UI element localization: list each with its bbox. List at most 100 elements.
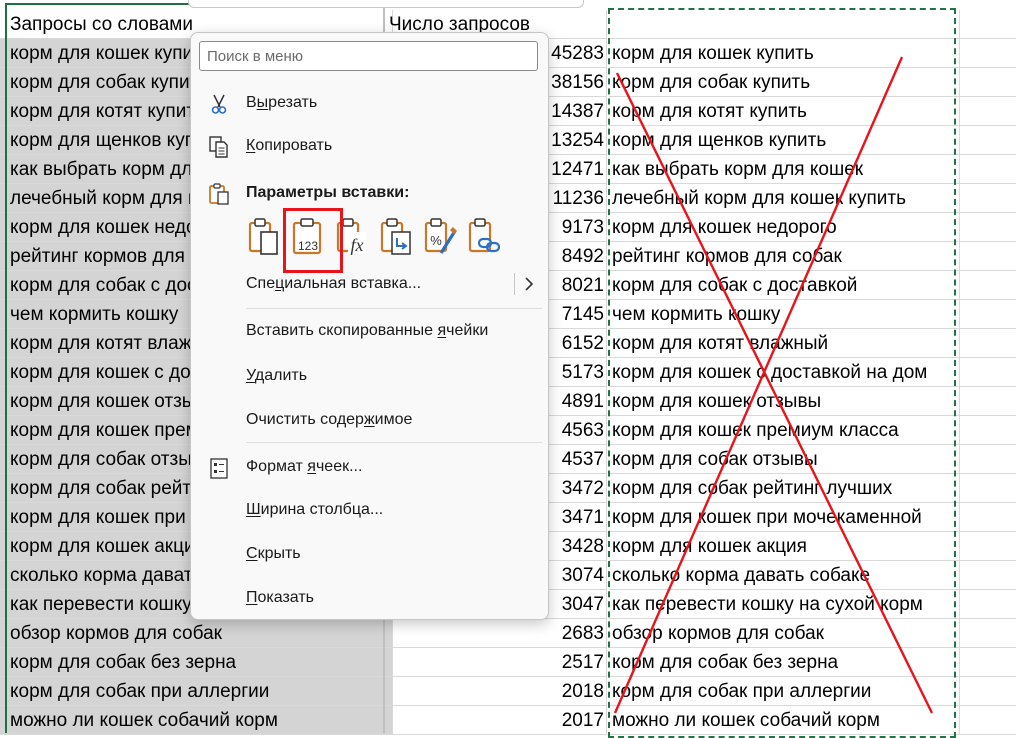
cell-empty[interactable] [959, 445, 1016, 474]
cell-pasted[interactable]: чем кормить кошку [609, 300, 960, 329]
cell-empty[interactable] [959, 126, 1016, 155]
cell-empty[interactable] [959, 97, 1016, 126]
header-cell-d[interactable] [959, 10, 1016, 39]
chevron-right-icon[interactable] [521, 270, 537, 298]
selection-border [5, 5, 7, 733]
cell-count[interactable]: 2018 [385, 677, 607, 706]
cell-empty[interactable] [959, 242, 1016, 271]
cell-empty[interactable] [959, 271, 1016, 300]
menu-item-label: Специальная вставка... [246, 275, 422, 292]
cell-empty[interactable] [959, 416, 1016, 445]
paste-transpose-button[interactable] [379, 217, 415, 257]
cell-pasted[interactable]: корм для кошек купить [609, 39, 960, 68]
cell-pasted[interactable]: корм для кошек премиум класса [609, 416, 960, 445]
cell-pasted-text: корм для собак при аллергии [612, 681, 872, 702]
menu-item-label: Формат ячеек... [246, 458, 363, 475]
cell-empty[interactable] [959, 648, 1016, 677]
menu-item-delete[interactable]: Удалить [191, 358, 548, 394]
menu-item-insert-copied[interactable]: Вставить скопированные ячейки [191, 313, 548, 349]
cell-pasted-text: можно ли кошек собачий корм [612, 710, 880, 731]
cell-pasted[interactable]: корм для щенков купить [609, 126, 960, 155]
cell-count[interactable]: 2683 [385, 619, 607, 648]
cell-empty[interactable] [959, 155, 1016, 184]
cell-empty[interactable] [959, 474, 1016, 503]
cell-empty[interactable] [959, 358, 1016, 387]
cell-pasted[interactable]: корм для собак без зерна [609, 648, 960, 677]
cell-query[interactable]: обзор кормов для собак [0, 619, 393, 648]
cell-pasted[interactable]: корм для собак отзывы [609, 445, 960, 474]
cell-pasted[interactable]: корм для кошек акция [609, 532, 960, 561]
cell-pasted[interactable]: корм для кошек недорого [609, 213, 960, 242]
cell-pasted[interactable]: корм для котят купить [609, 97, 960, 126]
cell-count-text: 2683 [561, 623, 604, 644]
menu-item-column-width[interactable]: Ширина столбца... [191, 492, 548, 528]
cell-pasted[interactable]: рейтинг кормов для собак [609, 242, 960, 271]
cell-count[interactable]: 2017 [385, 706, 607, 735]
cell-empty[interactable] [959, 39, 1016, 68]
cell-pasted[interactable]: сколько корма давать собаке [609, 561, 960, 590]
cell-pasted[interactable]: как выбрать корм для кошек [609, 155, 960, 184]
cell-empty[interactable] [959, 387, 1016, 416]
menu-separator [246, 308, 542, 309]
menu-item-hide[interactable]: Скрыть [191, 536, 548, 572]
cell-query-text: можно ли кошек собачий корм [10, 710, 278, 731]
svg-text:%: % [430, 233, 442, 248]
clipboard-transpose-icon [380, 218, 411, 255]
cell-query[interactable]: можно ли кошек собачий корм [0, 706, 393, 735]
cell-pasted-text: корм для кошек акция [612, 536, 807, 557]
paste-formatting-button[interactable]: % [423, 217, 459, 257]
cell-count[interactable]: 2517 [385, 648, 607, 677]
cell-empty[interactable] [959, 329, 1016, 358]
paste-button[interactable] [247, 217, 283, 257]
cell-pasted[interactable]: корм для собак купить [609, 68, 960, 97]
cell-empty[interactable] [959, 213, 1016, 242]
cell-query-text: корм для кошек отзывы [10, 391, 220, 412]
header-cell-c[interactable] [609, 10, 960, 39]
cell-query[interactable]: корм для собак без зерна [0, 648, 393, 677]
cell-pasted-text: корм для котят влажный [612, 333, 829, 354]
cell-count-text: 3472 [561, 478, 604, 499]
cell-pasted-text: корм для щенков купить [612, 130, 827, 151]
cell-count-text: 3471 [561, 507, 604, 528]
cell-pasted[interactable]: корм для котят влажный [609, 329, 960, 358]
cell-pasted-text: чем кормить кошку [612, 304, 781, 325]
cell-empty[interactable] [959, 532, 1016, 561]
cell-empty[interactable] [959, 184, 1016, 213]
cell-empty[interactable] [959, 590, 1016, 619]
paste-link-button[interactable] [467, 217, 503, 257]
cell-count-text: 11236 [552, 188, 604, 209]
cell-empty[interactable] [959, 561, 1016, 590]
cell-pasted[interactable]: корм для кошек при мочекаменной [609, 503, 960, 532]
paste-values-highlight [283, 208, 343, 273]
cell-pasted-text: корм для кошек недорого [612, 217, 837, 238]
cell-empty[interactable] [959, 619, 1016, 648]
menu-search-input[interactable] [199, 41, 538, 71]
cell-empty[interactable] [959, 68, 1016, 97]
menu-item-copy[interactable]: Копировать [191, 128, 548, 164]
menu-item-special-paste[interactable]: Специальная вставка... [191, 266, 548, 302]
cell-empty[interactable] [959, 706, 1016, 735]
cell-pasted[interactable]: корм для собак с доставкой [609, 271, 960, 300]
cell-pasted[interactable]: корм для кошек отзывы [609, 387, 960, 416]
cell-pasted[interactable]: корм для собак при аллергии [609, 677, 960, 706]
cell-pasted[interactable]: обзор кормов для собак [609, 619, 960, 648]
cell-pasted[interactable]: можно ли кошек собачий корм [609, 706, 960, 735]
cell-empty[interactable] [959, 300, 1016, 329]
menu-item-clear[interactable]: Очистить содержимое [191, 402, 548, 438]
formula-bar-edge [188, 0, 584, 8]
cell-empty[interactable] [959, 677, 1016, 706]
cell-pasted[interactable]: корм для кошек с доставкой на дом [609, 358, 960, 387]
menu-item-cut[interactable]: Вырезать [191, 85, 548, 121]
cell-pasted[interactable]: лечебный корм для кошек купить [609, 184, 960, 213]
cell-pasted[interactable]: корм для собак рейтинг лучших [609, 474, 960, 503]
cell-count-text: 3047 [561, 594, 604, 615]
cell-pasted-text: корм для собак отзывы [612, 449, 818, 470]
menu-item-format-cells[interactable]: Формат ячеек... [191, 449, 548, 485]
cell-empty[interactable] [959, 503, 1016, 532]
cell-query[interactable]: корм для собак при аллергии [0, 677, 393, 706]
cell-count-text: 3074 [561, 565, 604, 586]
svg-text:fx: fx [351, 235, 364, 255]
cell-pasted[interactable]: как перевести кошку на сухой корм [609, 590, 960, 619]
menu-item-show[interactable]: Показать [191, 580, 548, 616]
cell-count-text: 6152 [561, 333, 604, 354]
